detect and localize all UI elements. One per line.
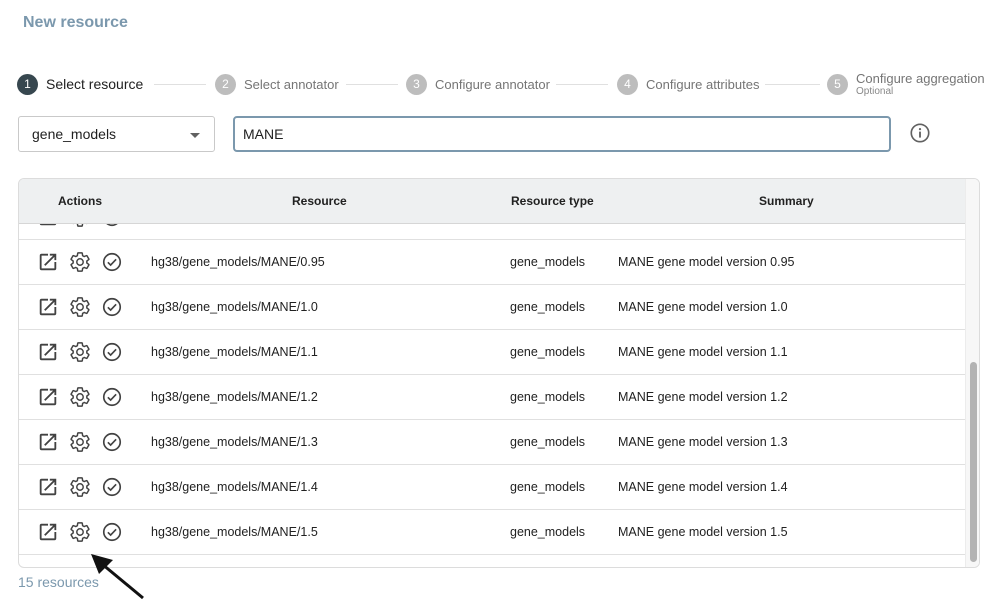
- step-number: 3: [406, 73, 427, 95]
- cell-summary: MANE gene model version 1.5: [618, 525, 788, 539]
- step-connector: [765, 84, 820, 85]
- search-input[interactable]: [233, 116, 891, 152]
- cell-summary: MANE gene model version 1.4: [618, 480, 788, 494]
- column-header-resource[interactable]: Resource: [292, 179, 347, 224]
- cell-resource: hg38/gene_models/MANE/1.1: [151, 345, 318, 359]
- check-circle-icon[interactable]: [101, 521, 123, 543]
- check-circle-icon[interactable]: [101, 386, 123, 408]
- cell-resource-type: gene_models: [510, 390, 586, 404]
- open-in-new-icon[interactable]: [37, 251, 59, 273]
- resource-count: 15 resources: [18, 574, 99, 590]
- cell-resource-type: gene_models: [510, 224, 585, 240]
- open-in-new-icon[interactable]: [37, 296, 59, 318]
- column-header-resource-type[interactable]: Resource type: [511, 179, 594, 224]
- open-in-new-icon[interactable]: [37, 431, 59, 453]
- open-in-new-icon[interactable]: [37, 521, 59, 543]
- step-number: 5: [827, 73, 848, 95]
- open-in-new-icon[interactable]: [37, 386, 59, 408]
- step-number: 2: [215, 73, 236, 95]
- cell-summary: MANE gene model version 1.1: [618, 345, 788, 359]
- cell-resource: hg38/gene_models/MANE/1.5: [151, 525, 318, 539]
- table-row[interactable]: hg38/gene_models/MANE/1.1 gene_models MANE…: [19, 330, 965, 375]
- check-circle-icon[interactable]: [101, 224, 123, 228]
- caret-down-icon: [190, 133, 200, 138]
- step-configure-attributes[interactable]: 4 Configure attributes: [617, 68, 759, 100]
- cell-resource: hg38/gene_models/MANE/0.95: [151, 255, 325, 269]
- resources-table: Actions Resource Resource type Summary h…: [18, 178, 980, 568]
- cell-summary: MANE gene model version 1.2: [618, 390, 788, 404]
- step-configure-annotator[interactable]: 3 Configure annotator: [406, 68, 550, 100]
- open-in-new-icon[interactable]: [37, 341, 59, 363]
- step-label: Select annotator: [244, 76, 339, 92]
- check-circle-icon[interactable]: [101, 341, 123, 363]
- cell-summary: MANE gene model version 1.3: [618, 435, 788, 449]
- cell-resource-type: gene_models: [510, 255, 586, 269]
- cell-resource: hg38/gene_models/MANE/1.2: [151, 390, 318, 404]
- check-circle-icon[interactable]: [101, 476, 123, 498]
- gear-icon[interactable]: [69, 341, 91, 363]
- table-row[interactable]: hg38/gene_models/MANE/1.3 gene_models MANE…: [19, 420, 965, 465]
- check-circle-icon[interactable]: [101, 431, 123, 453]
- table-row[interactable]: hg38/gene_models/MANE/0.93 gene_models MAN…: [19, 224, 965, 240]
- scrollbar-thumb[interactable]: [970, 362, 977, 562]
- stepper: 1 Select resource 2 Select annotator 3 C…: [0, 68, 997, 100]
- step-label: Configure annotator: [435, 76, 550, 92]
- step-connector: [346, 84, 398, 85]
- check-circle-icon[interactable]: [101, 296, 123, 318]
- table-header: Actions Resource Resource type Summary: [19, 179, 965, 224]
- step-number: 4: [617, 73, 638, 95]
- column-header-actions: Actions: [58, 194, 103, 208]
- step-label: Configure aggregation: [856, 71, 985, 86]
- step-select-annotator[interactable]: 2 Select annotator: [215, 68, 339, 100]
- open-in-new-icon[interactable]: [37, 224, 59, 228]
- check-circle-icon[interactable]: [101, 251, 123, 273]
- step-connector: [154, 84, 206, 85]
- table-rows: hg38/gene_models/MANE/0.93 gene_models MAN…: [19, 224, 965, 555]
- gear-icon[interactable]: [69, 251, 91, 273]
- open-in-new-icon[interactable]: [37, 476, 59, 498]
- table-body[interactable]: hg38/gene_models/MANE/0.93 gene_models MAN…: [19, 224, 965, 567]
- step-configure-aggregation[interactable]: 5 Configure aggregation Optional: [827, 68, 985, 100]
- resource-type-select[interactable]: gene_models: [18, 116, 215, 152]
- step-number: 1: [17, 73, 38, 95]
- table-row[interactable]: hg38/gene_models/MANE/1.4 gene_models MANE…: [19, 465, 965, 510]
- gear-icon[interactable]: [69, 386, 91, 408]
- step-label: Select resource: [46, 76, 144, 92]
- cell-summary: MANE gene model version 0.95: [618, 255, 795, 269]
- cell-resource: hg38/gene_models/MANE/0.93: [151, 224, 325, 240]
- gear-icon[interactable]: [69, 431, 91, 453]
- cell-resource: hg38/gene_models/MANE/1.0: [151, 300, 318, 314]
- table-row[interactable]: hg38/gene_models/MANE/1.0 gene_models MANE…: [19, 285, 965, 330]
- info-icon[interactable]: [909, 122, 931, 144]
- cell-resource-type: gene_models: [510, 525, 586, 539]
- cell-summary: MANE gene model version 1.0: [618, 300, 788, 314]
- cell-resource-type: gene_models: [510, 480, 586, 494]
- table-row[interactable]: hg38/gene_models/MANE/0.95 gene_models MAN…: [19, 240, 965, 285]
- cell-summary: MANE gene model version 0.93: [618, 224, 794, 240]
- step-connector: [556, 84, 608, 85]
- step-optional-label: Optional: [856, 86, 894, 97]
- column-header-summary[interactable]: Summary: [759, 179, 814, 224]
- cell-resource-type: gene_models: [510, 435, 586, 449]
- gear-icon[interactable]: [69, 296, 91, 318]
- step-select-resource[interactable]: 1 Select resource: [17, 68, 143, 100]
- new-resource-page: New resource 1 Select resource 2 Select …: [0, 0, 997, 603]
- gear-icon[interactable]: [69, 521, 91, 543]
- cell-resource-type: gene_models: [510, 300, 586, 314]
- table-row[interactable]: hg38/gene_models/MANE/1.5 gene_models MANE…: [19, 510, 965, 555]
- gear-icon[interactable]: [69, 476, 91, 498]
- cell-resource: hg38/gene_models/MANE/1.3: [151, 435, 318, 449]
- table-row[interactable]: hg38/gene_models/MANE/1.2 gene_models MANE…: [19, 375, 965, 420]
- step-label: Configure attributes: [646, 76, 760, 92]
- page-title: New resource: [23, 14, 128, 31]
- table-scrollbar[interactable]: [965, 179, 979, 567]
- cell-resource: hg38/gene_models/MANE/1.4: [151, 480, 318, 494]
- gear-icon[interactable]: [69, 224, 91, 228]
- resource-type-select-value: gene_models: [32, 126, 117, 142]
- cell-resource-type: gene_models: [510, 345, 586, 359]
